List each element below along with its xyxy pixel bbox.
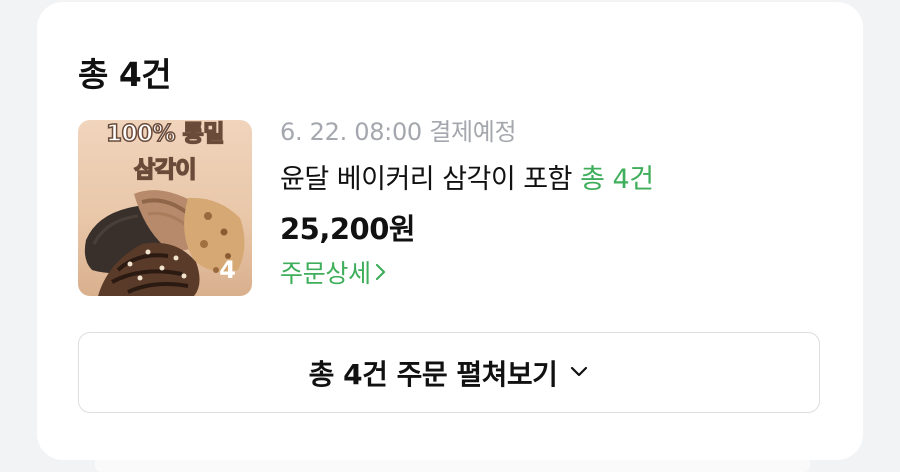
order-detail-label: 주문상세 [280,259,371,288]
product-name: 윤달 베이커리 삼각이 포함 [280,164,573,195]
product-title: 윤달 베이커리 삼각이 포함 총 4건 [280,161,654,199]
product-count: 총 4건 [580,164,654,195]
chevron-right-icon [375,256,387,292]
expand-orders-label: 총 4건 주문 펼쳐보기 [308,357,558,391]
product-thumbnail[interactable]: 100% 통밀 삼각이 4 [78,120,252,296]
order-summary-card: 총 4건 100% 통밀 삼각이 4 6. 22. 08:00 결제예정 윤달 … [37,2,863,460]
thumbnail-overlay-text-2: 삼각이 [133,156,197,184]
expand-orders-button[interactable]: 총 4건 주문 펼쳐보기 [78,332,820,413]
next-card-edge [95,460,810,472]
payment-schedule: 6. 22. 08:00 결제예정 [280,118,517,146]
order-price: 25,200원 [280,212,416,246]
thumbnail-count-badge: 4 [219,256,236,284]
order-info: 6. 22. 08:00 결제예정 윤달 베이커리 삼각이 포함 총 4건 25… [280,114,654,292]
total-count-title: 총 4건 [78,55,172,94]
chevron-down-icon [569,363,589,382]
order-detail-link[interactable]: 주문상세 [280,256,387,292]
thumbnail-overlay-text-1: 100% 통밀 [105,120,225,148]
